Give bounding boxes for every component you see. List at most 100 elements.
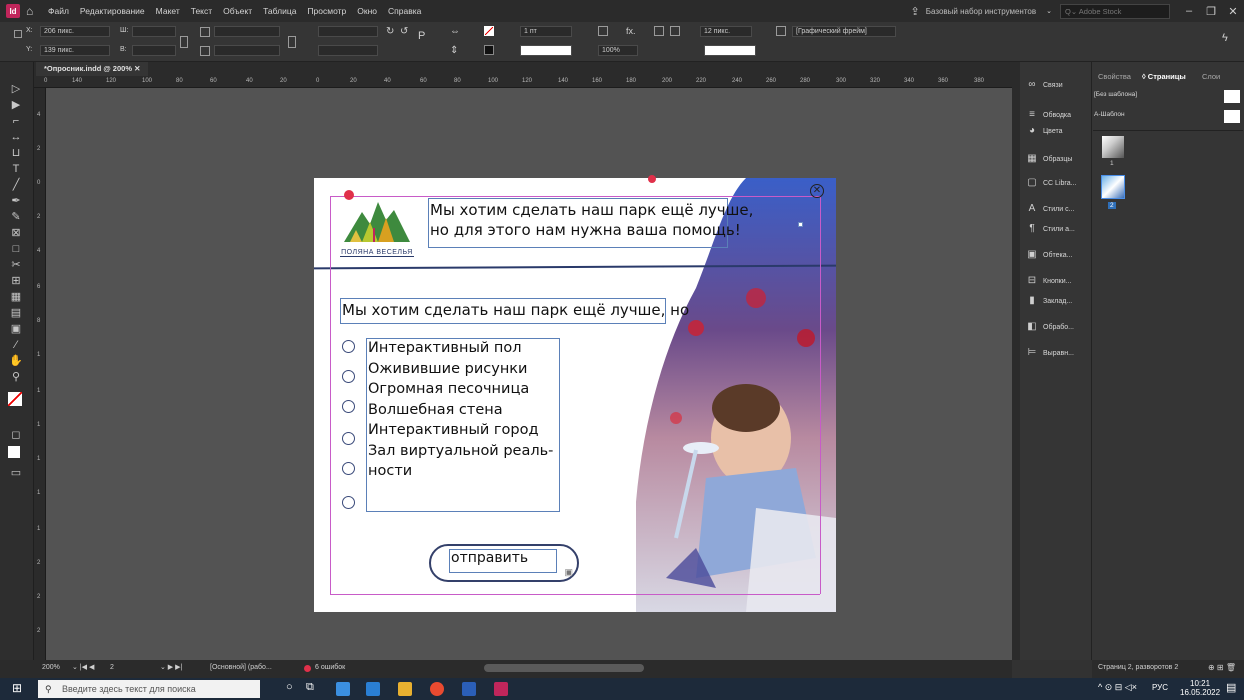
- w-field[interactable]: [132, 26, 176, 37]
- preflight-mode[interactable]: [Основной] (рабо...: [210, 664, 272, 671]
- frame-handle[interactable]: [798, 222, 803, 227]
- minimize-button[interactable]: –: [1178, 5, 1200, 17]
- radio-option-3[interactable]: [342, 400, 355, 413]
- header-text[interactable]: Мы хотим сделать наш парк ещё лучше, но …: [430, 200, 753, 240]
- chevron-down-icon[interactable]: ⌄: [1046, 7, 1052, 15]
- frame-type-select[interactable]: [Графический фрейм]: [792, 26, 896, 37]
- panel-pathfinder[interactable]: ◧ Обрабо...: [1026, 316, 1074, 338]
- content-collector-icon[interactable]: ⊔: [8, 146, 24, 160]
- document-tab[interactable]: *Опросник.indd @ 200% ✕: [36, 62, 149, 76]
- next-page-icon[interactable]: ⌄ ▶ ▶|: [160, 663, 182, 671]
- word-taskbar-icon[interactable]: [462, 682, 476, 696]
- rotate-cw-icon[interactable]: ↻: [386, 26, 394, 37]
- reference-point-icon[interactable]: [14, 30, 22, 38]
- panel-links[interactable]: ∞ Связи: [1026, 74, 1062, 96]
- error-count[interactable]: 6 ошибок: [315, 664, 345, 671]
- gradient-feather-icon[interactable]: ▤: [8, 306, 24, 320]
- home-icon[interactable]: ⌂: [26, 4, 40, 18]
- radio-option-6[interactable]: [342, 496, 355, 509]
- text-wrap-icon[interactable]: [654, 26, 664, 36]
- share-icon[interactable]: ⇪: [911, 5, 920, 18]
- menu-help[interactable]: Справка: [388, 6, 421, 16]
- vertical-ruler[interactable]: 4 2 0 2 4 6 8 1 1 1 1 1 1 2 2 2: [34, 88, 46, 660]
- taskbar-search-input[interactable]: ⚲ Введите здесь текст для поиска: [38, 680, 260, 698]
- corner-options-icon[interactable]: [598, 26, 608, 36]
- tab-layers[interactable]: Слои: [1202, 72, 1220, 81]
- pencil-tool-icon[interactable]: ✎: [8, 210, 24, 224]
- zoom-tool-icon[interactable]: ⚲: [8, 370, 24, 384]
- rectangle-tool-icon[interactable]: □: [8, 242, 24, 256]
- y-field[interactable]: 139 пикс.: [40, 45, 110, 56]
- radio-option-1[interactable]: [342, 340, 355, 353]
- close-icon[interactable]: ✕: [810, 184, 824, 198]
- apply-none-icon[interactable]: [8, 446, 20, 458]
- close-button[interactable]: ✕: [1222, 5, 1244, 18]
- direct-selection-tool-icon[interactable]: ▶: [8, 98, 24, 112]
- gutter-field[interactable]: 12 пикс.: [700, 26, 752, 37]
- panel-text-wrap[interactable]: ▣ Обтека...: [1026, 244, 1072, 266]
- free-transform-tool-icon[interactable]: ⊞: [8, 274, 24, 288]
- scale-y-icon[interactable]: [200, 46, 210, 56]
- windows-start-icon[interactable]: ⊞: [12, 681, 22, 695]
- question-text[interactable]: Мы хотим сделать наш парк ещё лучше, но: [342, 301, 689, 319]
- panel-colors[interactable]: ◕ Цвета: [1026, 120, 1063, 142]
- constrain-scale-icon[interactable]: [288, 36, 296, 48]
- rotate-ccw-icon[interactable]: ↺: [400, 26, 408, 37]
- radio-option-5[interactable]: [342, 462, 355, 475]
- lightning-icon[interactable]: ϟ: [1222, 32, 1228, 44]
- indesign-taskbar-icon[interactable]: [494, 682, 508, 696]
- formatting-container-icon[interactable]: ◻: [8, 428, 24, 442]
- gap-tool-icon[interactable]: ↔: [8, 130, 24, 144]
- type-on-path-icon[interactable]: P: [418, 30, 425, 42]
- notifications-icon[interactable]: ▤: [1226, 681, 1236, 694]
- panel-para-styles[interactable]: ¶ Стили а...: [1026, 218, 1075, 240]
- text-wrap-around-icon[interactable]: [670, 26, 680, 36]
- fx-icon[interactable]: fx.: [626, 26, 636, 36]
- menu-edit[interactable]: Редактирование: [80, 6, 145, 16]
- line-tool-icon[interactable]: ╱: [8, 178, 24, 192]
- panel-char-styles[interactable]: A Стили с...: [1026, 198, 1075, 220]
- fill-color-select[interactable]: [704, 45, 756, 56]
- tab-properties[interactable]: Свойства: [1098, 72, 1131, 81]
- menu-object[interactable]: Объект: [223, 6, 252, 16]
- fill-stroke-icon[interactable]: [8, 392, 22, 406]
- selection-tool-icon[interactable]: ▷: [8, 82, 24, 96]
- scissors-tool-icon[interactable]: ✂: [8, 258, 24, 272]
- opacity-field[interactable]: 100%: [598, 45, 638, 56]
- flip-horizontal-icon[interactable]: ⇔: [450, 26, 460, 37]
- menu-file[interactable]: Файл: [48, 6, 69, 16]
- page-tool-icon[interactable]: ⌐: [8, 114, 24, 128]
- eyedropper-tool-icon[interactable]: ⁄: [8, 338, 24, 352]
- type-tool-icon[interactable]: T: [8, 162, 24, 176]
- hand-tool-icon[interactable]: ✋: [8, 354, 24, 368]
- shear-field[interactable]: [318, 45, 378, 56]
- master-a-row[interactable]: А-Шаблон: [1092, 108, 1244, 123]
- panel-bookmarks[interactable]: ▮ Заклад...: [1026, 290, 1072, 312]
- x-field[interactable]: 206 пикс.: [40, 26, 110, 37]
- page-thumbnail-2[interactable]: [1101, 175, 1125, 199]
- radio-option-2[interactable]: [342, 370, 355, 383]
- master-none-row[interactable]: [Без шаблона]: [1092, 88, 1244, 103]
- frame-fitting-icon[interactable]: [776, 26, 786, 36]
- clock[interactable]: 10:21 16.05.2022: [1180, 679, 1220, 697]
- files-taskbar-icon[interactable]: [398, 682, 412, 696]
- scale-x-icon[interactable]: [200, 27, 210, 37]
- fill-swatch[interactable]: [484, 26, 494, 36]
- stroke-weight-field[interactable]: 1 пт: [520, 26, 572, 37]
- task-view-icon[interactable]: ⧉: [306, 681, 314, 694]
- panel-buttons[interactable]: ⊟ Кнопки...: [1026, 270, 1072, 292]
- page-thumbnail-1[interactable]: [1102, 136, 1124, 158]
- tray-icons[interactable]: ^ ⊙ ⊟ ◁×: [1098, 682, 1137, 693]
- tab-pages[interactable]: ◊ Страницы: [1142, 72, 1186, 81]
- chevron-down-icon[interactable]: ⌄ |◀ ◀: [72, 663, 94, 671]
- constrain-icon[interactable]: [180, 36, 188, 48]
- screen-mode-icon[interactable]: ▭: [8, 466, 24, 480]
- pen-tool-icon[interactable]: ✒: [8, 194, 24, 208]
- new-page-icon[interactable]: ⊕ ⊞ 🗑: [1208, 663, 1236, 672]
- zoom-level[interactable]: 200%: [42, 664, 60, 671]
- menu-text[interactable]: Текст: [191, 6, 212, 16]
- stroke-swatch[interactable]: [484, 45, 494, 55]
- mail-taskbar-icon[interactable]: [366, 682, 380, 696]
- horizontal-scrollbar[interactable]: [484, 664, 644, 672]
- submit-button[interactable]: отправить ▣: [429, 544, 579, 582]
